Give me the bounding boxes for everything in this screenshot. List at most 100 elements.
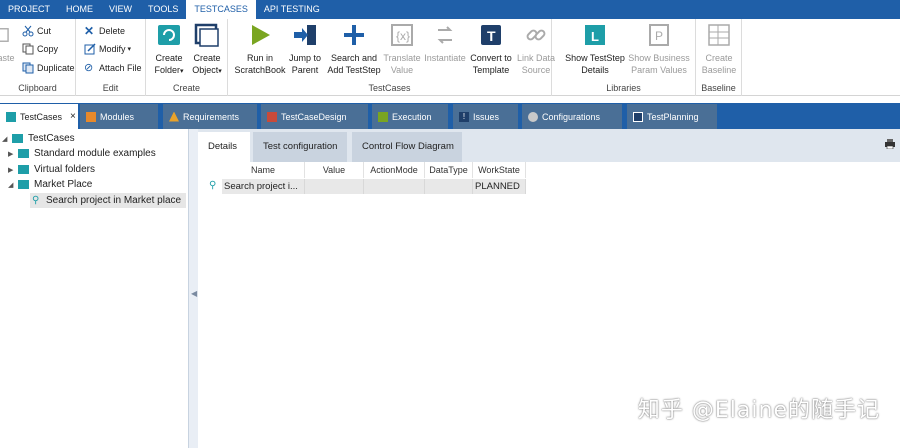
create-folder-label-1: Create xyxy=(155,53,183,63)
create-folder-button[interactable]: Create Folder▾ xyxy=(150,22,188,78)
tab-configurations-label: Configurations xyxy=(542,111,601,122)
expanded-arrow-icon: ◢ xyxy=(2,135,8,143)
menu-project[interactable]: PROJECT xyxy=(0,0,58,19)
tab-issues-label: Issues xyxy=(473,111,500,122)
folder-refresh-icon xyxy=(158,25,180,45)
create-object-label-1: Create xyxy=(193,53,221,63)
tab-modules-label: Modules xyxy=(100,111,135,122)
menu-view[interactable]: VIEW xyxy=(101,0,140,19)
tree-item-virtual-folders[interactable]: ▶ Virtual folders xyxy=(8,162,95,177)
tab-testcases-label: TestCases xyxy=(20,111,63,122)
plus-icon xyxy=(344,25,364,45)
tab-testcasedesign-label: TestCaseDesign xyxy=(281,111,347,122)
tab-configurations[interactable]: Configurations xyxy=(522,104,622,129)
tab-issues[interactable]: ! Issues xyxy=(453,104,518,129)
delete-label: Delete xyxy=(99,25,126,36)
tree-item-label: Virtual folders xyxy=(34,164,95,175)
testcases-tab-icon xyxy=(6,111,16,122)
tab-testcases[interactable]: TestCases × xyxy=(0,104,78,129)
jump-label-1: Jump to xyxy=(288,53,321,63)
close-icon[interactable]: × xyxy=(70,111,76,122)
tab-testplanning[interactable]: TestPlanning xyxy=(627,104,717,129)
attach-file-button[interactable]: ⊘ Attach File xyxy=(84,59,142,76)
table-row-actionmode-cell[interactable] xyxy=(364,179,425,194)
cut-button[interactable]: Cut xyxy=(22,22,51,39)
ribbon: aste Cut Copy Duplicate Clipboard ✕ Dele… xyxy=(0,19,900,96)
testcases-group: Run in ScratchBook Jump to Parent Search… xyxy=(228,19,555,96)
modify-button[interactable]: Modify ▾ xyxy=(84,40,131,57)
translate-label-2: Value xyxy=(390,65,414,75)
delete-icon: ✕ xyxy=(84,23,95,38)
instantiate-button[interactable]: Instantiate xyxy=(422,22,468,64)
svg-text:{x}: {x} xyxy=(396,29,410,43)
menu-home[interactable]: HOME xyxy=(58,0,101,19)
tab-testplanning-label: TestPlanning xyxy=(647,111,699,122)
svg-text:P: P xyxy=(655,29,663,43)
table-row-value-cell[interactable] xyxy=(305,179,364,194)
convert-to-template-button[interactable]: T Convert to Template xyxy=(468,22,514,76)
testcase-icon: ⚲ xyxy=(32,195,40,206)
menu-api-testing[interactable]: API TESTING xyxy=(256,0,328,19)
duplicate-icon xyxy=(22,62,34,73)
create-baseline-button[interactable]: Create Baseline xyxy=(698,22,740,76)
column-header-actionmode[interactable]: ActionMode xyxy=(364,162,425,178)
run-in-scratchbook-button[interactable]: Run in ScratchBook xyxy=(232,22,288,76)
baseline-grid-icon xyxy=(708,24,730,46)
table-row-workstate-cell[interactable]: PLANNED xyxy=(473,179,526,194)
jump-label-2: Parent xyxy=(291,65,319,75)
copy-button[interactable]: Copy xyxy=(22,40,58,57)
folder-icon xyxy=(12,134,23,143)
column-header-datatype[interactable]: DataType xyxy=(425,162,473,178)
show-business-param-values-button[interactable]: P Show Business Param Values xyxy=(626,22,692,76)
duplicate-button[interactable]: Duplicate xyxy=(22,59,75,76)
create-object-button[interactable]: Create Object▾ xyxy=(188,22,226,78)
printer-icon[interactable] xyxy=(884,139,896,149)
show-teststep-details-button[interactable]: L Show TestStep Details xyxy=(562,22,628,76)
tab-details[interactable]: Details xyxy=(198,132,250,162)
create-object-label-2: Object xyxy=(192,65,219,75)
svg-text:T: T xyxy=(487,28,496,44)
chevron-down-icon: ▾ xyxy=(180,68,184,75)
chevron-down-icon: ▾ xyxy=(218,68,222,75)
column-header-value[interactable]: Value xyxy=(305,162,364,178)
tree-item-standard-module-examples[interactable]: ▶ Standard module examples xyxy=(8,146,156,161)
copy-label: Copy xyxy=(37,43,59,54)
search-add-teststep-button[interactable]: Search and Add TestStep xyxy=(326,22,382,76)
delete-button[interactable]: ✕ Delete xyxy=(84,22,125,39)
search-add-label-2: Add TestStep xyxy=(327,65,381,75)
table-row-name-cell[interactable]: Search project i... xyxy=(222,179,305,194)
tree-root[interactable]: ◢ TestCases xyxy=(2,131,75,146)
scissors-icon xyxy=(22,25,34,36)
tab-modules[interactable]: Modules xyxy=(80,104,158,129)
run-label-2: ScratchBook xyxy=(234,65,286,75)
teststep-row-icon: ⚲ xyxy=(209,180,217,191)
tree-item-market-place[interactable]: ◢ Market Place xyxy=(8,177,92,192)
show-business-label-1: Show Business xyxy=(628,53,690,63)
column-header-name[interactable]: Name xyxy=(222,162,305,178)
tree-item-search-project[interactable]: ⚲ Search project in Market place xyxy=(30,193,186,208)
libraries-group: L Show TestStep Details P Show Business … xyxy=(552,19,696,96)
paste-label: aste xyxy=(0,53,15,63)
panel-splitter[interactable]: ◀ xyxy=(188,129,198,448)
collapse-arrow-icon[interactable]: ◀ xyxy=(191,289,197,298)
convert-label-1: Convert to xyxy=(470,53,512,63)
menu-tools[interactable]: TOOLS xyxy=(140,0,186,19)
menu-testcases[interactable]: TESTCASES xyxy=(186,0,256,19)
create-baseline-label-2: Baseline xyxy=(701,65,737,75)
tab-requirements[interactable]: Requirements xyxy=(163,104,257,129)
paste-button[interactable]: aste xyxy=(0,22,18,64)
configurations-tab-icon xyxy=(528,111,538,122)
tab-test-configuration[interactable]: Test configuration xyxy=(253,132,347,162)
duplicate-label: Duplicate xyxy=(37,62,75,73)
translate-value-button[interactable]: {x} Translate Value xyxy=(382,22,422,76)
table-row-datatype-cell[interactable] xyxy=(425,179,473,194)
execution-tab-icon xyxy=(378,111,388,122)
column-header-workstate[interactable]: WorkState xyxy=(473,162,526,178)
tab-control-flow-diagram[interactable]: Control Flow Diagram xyxy=(352,132,462,162)
watermark: 知乎 @Elaine的随手记 xyxy=(637,398,880,423)
convert-label-2: Template xyxy=(472,65,510,75)
tab-testcasedesign[interactable]: TestCaseDesign xyxy=(261,104,368,129)
instantiate-label: Instantiate xyxy=(424,53,466,63)
tab-execution[interactable]: Execution xyxy=(372,104,448,129)
jump-to-parent-button[interactable]: Jump to Parent xyxy=(284,22,326,76)
